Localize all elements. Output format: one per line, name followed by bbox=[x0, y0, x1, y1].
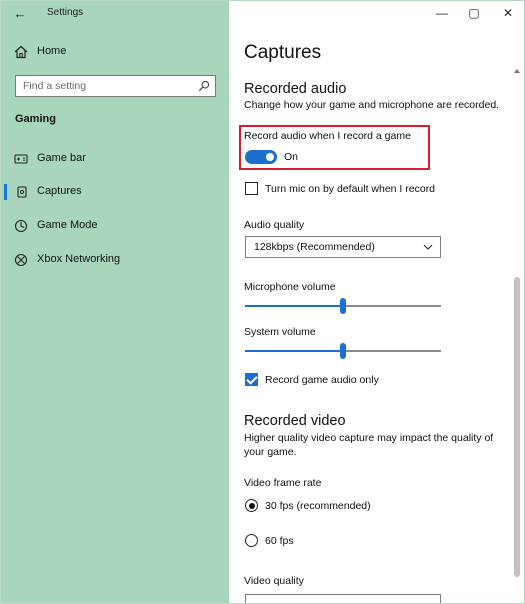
game-bar-icon bbox=[14, 154, 28, 164]
sidebar-item-label: Xbox Networking bbox=[37, 253, 121, 265]
home-icon bbox=[14, 45, 28, 59]
scrollbar[interactable] bbox=[511, 69, 523, 603]
game-audio-only-label: Record game audio only bbox=[265, 374, 379, 386]
sidebar-item-label: Game Mode bbox=[37, 219, 98, 231]
sidebar: ← Settings Home Gaming Game bar Captures… bbox=[1, 1, 229, 603]
sidebar-item-label: Captures bbox=[37, 185, 82, 197]
close-button[interactable]: ✕ bbox=[491, 3, 524, 23]
search-box[interactable] bbox=[15, 75, 216, 97]
sidebar-item-label: Home bbox=[37, 45, 67, 57]
video-quality-dropdown[interactable] bbox=[245, 594, 441, 603]
page-title: Captures bbox=[244, 42, 322, 63]
system-volume-label: System volume bbox=[244, 326, 316, 338]
chevron-down-icon bbox=[423, 244, 433, 250]
search-icon bbox=[198, 80, 210, 92]
slider-fill bbox=[245, 305, 343, 307]
recorded-audio-heading: Recorded audio bbox=[244, 81, 347, 97]
sidebar-item-label: Game bar bbox=[37, 152, 86, 164]
microphone-volume-slider[interactable] bbox=[245, 298, 441, 314]
maximize-button[interactable]: ▢ bbox=[457, 3, 491, 23]
audio-quality-dropdown[interactable]: 128kbps (Recommended) bbox=[245, 236, 441, 258]
sidebar-item-game-bar[interactable]: Game bar bbox=[1, 146, 229, 172]
system-volume-slider[interactable] bbox=[245, 343, 441, 359]
xbox-icon bbox=[14, 253, 28, 267]
dropdown-value: 128kbps (Recommended) bbox=[254, 241, 375, 253]
video-quality-label: Video quality bbox=[244, 575, 304, 587]
mic-default-label: Turn mic on by default when I record bbox=[265, 183, 436, 195]
fps-60-label: 60 fps bbox=[265, 535, 294, 547]
minimize-button[interactable]: — bbox=[425, 3, 459, 23]
captures-icon bbox=[17, 186, 27, 198]
slider-thumb[interactable] bbox=[340, 343, 346, 359]
video-frame-rate-label: Video frame rate bbox=[244, 477, 322, 489]
toggle-state-label: On bbox=[284, 151, 299, 163]
main-panel: — ▢ ✕ Captures Recorded audio Change how… bbox=[229, 1, 524, 603]
game-mode-icon bbox=[14, 219, 28, 233]
app-title: Settings bbox=[47, 7, 84, 18]
audio-quality-label: Audio quality bbox=[244, 219, 305, 231]
sidebar-item-home[interactable]: Home bbox=[1, 39, 229, 65]
record-audio-label: Record audio when I record a game bbox=[244, 130, 411, 142]
slider-thumb[interactable] bbox=[340, 298, 346, 314]
back-arrow-icon[interactable]: ← bbox=[9, 4, 31, 24]
record-audio-toggle[interactable] bbox=[245, 150, 277, 164]
fps-60-radio[interactable] bbox=[245, 534, 258, 547]
toggle-knob bbox=[266, 153, 274, 161]
settings-window: ← Settings Home Gaming Game bar Captures… bbox=[0, 0, 525, 604]
group-label: Gaming bbox=[15, 113, 56, 125]
sidebar-item-captures[interactable]: Captures bbox=[1, 179, 229, 205]
recorded-video-description: Higher quality video capture may impact … bbox=[244, 432, 494, 458]
scroll-up-icon[interactable] bbox=[514, 69, 520, 73]
sidebar-item-xbox-networking[interactable]: Xbox Networking bbox=[1, 247, 229, 273]
game-audio-only-checkbox[interactable] bbox=[245, 373, 258, 386]
search-input[interactable] bbox=[16, 76, 194, 96]
slider-fill bbox=[245, 350, 343, 352]
fps-30-label: 30 fps (recommended) bbox=[265, 500, 371, 512]
mic-default-checkbox[interactable] bbox=[245, 182, 258, 195]
fps-30-radio[interactable] bbox=[245, 499, 258, 512]
microphone-volume-label: Microphone volume bbox=[244, 281, 336, 293]
sidebar-item-game-mode[interactable]: Game Mode bbox=[1, 213, 229, 239]
recorded-video-heading: Recorded video bbox=[244, 413, 346, 429]
recorded-audio-description: Change how your game and microphone are … bbox=[244, 99, 500, 111]
scrollbar-thumb[interactable] bbox=[514, 277, 520, 577]
